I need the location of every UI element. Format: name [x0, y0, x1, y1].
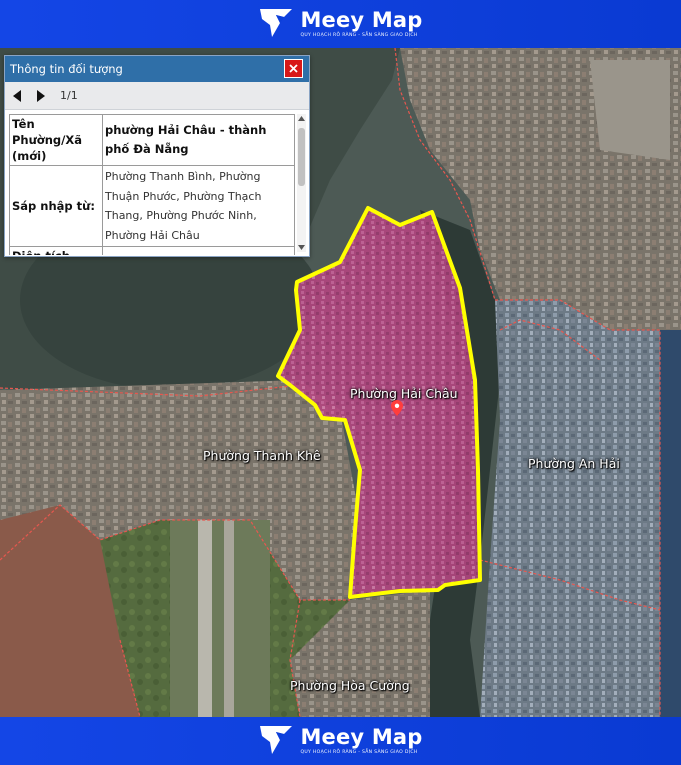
panel-header[interactable]: Thông tin đối tượng [5, 56, 309, 82]
table-row: Diện tích [9, 246, 295, 255]
page-count: 1/1 [60, 89, 78, 102]
table-row: Sáp nhập từ: Phường Thanh Bình, Phường T… [9, 165, 295, 247]
row-key: Sáp nhập từ: [9, 165, 103, 247]
brand-logo[interactable]: Meey Map QUY HOẠCH RÕ RÀNG - SẴN SÀNG GI… [258, 7, 422, 41]
panel-body[interactable]: Tên Phường/Xã (mới) phường Hải Châu - th… [5, 110, 309, 255]
next-icon [37, 89, 45, 102]
panel-title: Thông tin đối tượng [10, 62, 123, 76]
row-value [102, 246, 295, 255]
map-pin-icon[interactable] [391, 400, 403, 416]
map-label-hoa-cuong[interactable]: Phường Hòa Cường [290, 678, 410, 693]
row-key: Diện tích [9, 246, 103, 255]
map-label-hai-chau[interactable]: Phường Hải Châu [350, 386, 458, 401]
next-button[interactable] [29, 85, 53, 107]
brand-name: Meey Map [300, 7, 423, 32]
info-table: Tên Phường/Xã (mới) phường Hải Châu - th… [9, 114, 295, 255]
top-banner: Meey Map QUY HOẠCH RÕ RÀNG - SẴN SÀNG GI… [0, 0, 681, 48]
scroll-down-icon[interactable] [297, 243, 306, 252]
meey-logo-icon [260, 726, 293, 754]
scrollbar[interactable] [297, 114, 306, 252]
close-icon [289, 64, 298, 73]
table-row: Tên Phường/Xã (mới) phường Hải Châu - th… [9, 114, 295, 166]
brand-logo-bottom[interactable]: Meey Map QUY HOẠCH RÕ RÀNG - SẴN SÀNG GI… [258, 724, 422, 758]
prev-button[interactable] [5, 85, 29, 107]
meey-logo-icon [260, 9, 293, 37]
row-value: phường Hải Châu - thành phố Đà Nẵng [102, 114, 295, 166]
brand-name: Meey Map [300, 724, 423, 749]
brand-tagline: QUY HOẠCH RÕ RÀNG - SẴN SÀNG GIAO DỊCH [300, 32, 418, 38]
prev-icon [13, 89, 21, 102]
scroll-thumb[interactable] [298, 128, 305, 186]
row-key: Tên Phường/Xã (mới) [9, 114, 103, 166]
brand-tagline: QUY HOẠCH RÕ RÀNG - SẴN SÀNG GIAO DỊCH [300, 749, 418, 755]
pager-bar: 1/1 [5, 82, 309, 110]
scroll-up-icon[interactable] [297, 114, 306, 123]
close-button[interactable] [284, 59, 303, 78]
bottom-banner: Meey Map QUY HOẠCH RÕ RÀNG - SẴN SÀNG GI… [0, 717, 681, 765]
row-value: Phường Thanh Bình, Phường Thuận Phước, P… [102, 165, 295, 247]
feature-info-panel[interactable]: Thông tin đối tượng 1/1 Tên Phường/Xã (m… [4, 55, 310, 257]
map-label-an-hai[interactable]: Phường An Hải [528, 456, 620, 471]
map-label-thanh-khe[interactable]: Phường Thanh Khê [203, 448, 321, 463]
